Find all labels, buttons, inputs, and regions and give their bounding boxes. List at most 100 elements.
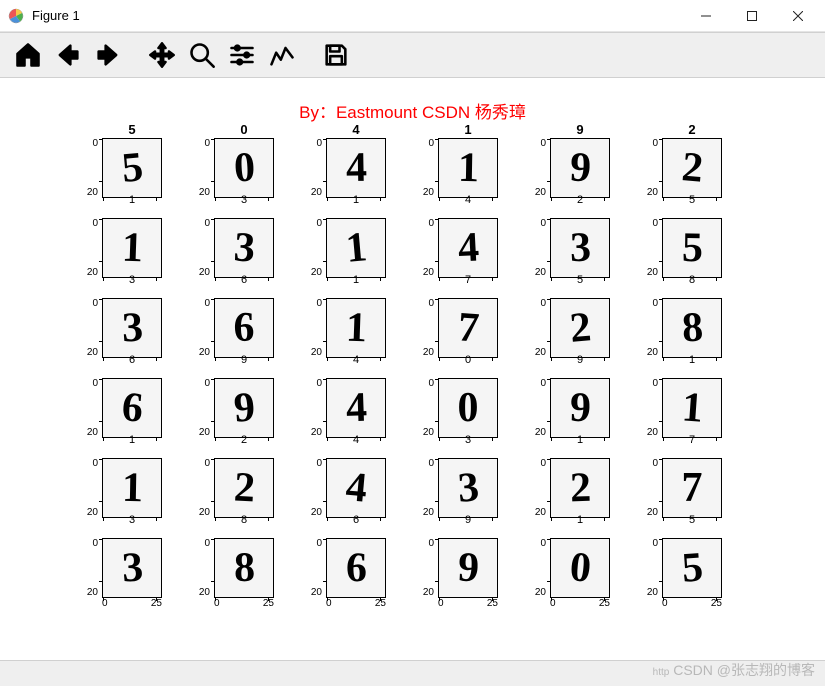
column-header: 0 (214, 122, 274, 137)
y-tick-labels: 020 (190, 458, 210, 518)
column-header: 9 (550, 122, 610, 137)
maximize-button[interactable] (729, 1, 775, 31)
digit-glyph: 3 (121, 307, 143, 350)
cell-xlabel: 1 (550, 514, 610, 526)
back-button[interactable] (50, 37, 86, 73)
y-tick-labels: 020 (78, 298, 98, 358)
digit-image: 7 (438, 298, 498, 358)
digit-glyph: 3 (232, 226, 256, 269)
cell-xlabel: 5 (662, 194, 722, 206)
subplot-cell: 02035 (528, 212, 640, 292)
cell-xlabel: 4 (438, 194, 498, 206)
configure-button[interactable] (224, 37, 260, 73)
digit-image: 3 (550, 218, 610, 278)
x-tick-labels: 025 (102, 598, 162, 609)
subplot-cell: 02081 (640, 292, 752, 372)
digit-glyph: 7 (456, 306, 480, 349)
digit-glyph: 8 (233, 547, 255, 589)
y-tick-labels: 020 (414, 218, 434, 278)
subplot-cell: 02036 (192, 212, 304, 292)
digit-image: 1 (662, 378, 722, 438)
subplot-cell: 0200025 (528, 532, 640, 612)
y-tick-labels: 020 (78, 378, 98, 438)
cell-xlabel: 1 (326, 194, 386, 206)
digit-image: 1 (326, 298, 386, 358)
close-button[interactable] (775, 1, 821, 31)
edit-axis-button[interactable] (264, 37, 300, 73)
subplot-cell: 020 6 1 (80, 372, 192, 452)
subplot-cell: 02039 (416, 452, 528, 532)
cell-xlabel: 3 (438, 434, 498, 446)
subplot-cell: 020551 (80, 132, 192, 212)
digit-glyph: 9 (569, 387, 591, 430)
y-tick-labels: 020 (302, 138, 322, 198)
y-tick-labels: 020 (78, 538, 98, 598)
digit-glyph: 1 (121, 467, 143, 509)
save-button[interactable] (318, 37, 354, 73)
digit-glyph: 0 (458, 387, 479, 429)
subplot-cell: 020003 (192, 132, 304, 212)
digit-image: 5 (662, 538, 722, 598)
y-tick-labels: 020 (302, 218, 322, 278)
figure-canvas[interactable]: By：Eastmount CSDN 杨秀璋 020551020003020441… (0, 78, 825, 648)
cell-xlabel: 3 (102, 514, 162, 526)
cell-xlabel: 1 (550, 434, 610, 446)
y-tick-labels: 020 (302, 458, 322, 518)
digit-image: 7 (662, 458, 722, 518)
y-tick-labels: 020 (414, 138, 434, 198)
digit-image: 6 (214, 298, 274, 358)
titlebar: Figure 1 (0, 0, 825, 32)
digit-glyph: 9 (568, 146, 591, 189)
y-tick-labels: 020 (78, 218, 98, 278)
mpl-toolbar (0, 32, 825, 78)
digit-glyph: 4 (456, 226, 479, 269)
y-tick-labels: 020 (638, 218, 658, 278)
zoom-button[interactable] (184, 37, 220, 73)
cell-xlabel: 1 (662, 354, 722, 366)
digit-glyph: 0 (232, 146, 255, 189)
subplot-grid: 0205510200030204410201140209920202250201… (80, 132, 752, 612)
y-tick-labels: 020 (190, 138, 210, 198)
subplot-cell: 02021 (528, 452, 640, 532)
forward-button[interactable] (90, 37, 126, 73)
y-tick-labels: 020 (526, 298, 546, 358)
digit-glyph: 7 (682, 467, 703, 509)
digit-image: 2 (214, 458, 274, 518)
subplot-cell: 02029 (528, 292, 640, 372)
subplot-cell: 0208025 (192, 532, 304, 612)
subplot-cell: 02028 (192, 452, 304, 532)
y-tick-labels: 020 (190, 538, 210, 598)
digit-glyph: 4 (345, 147, 367, 189)
cell-xlabel: 6 (102, 354, 162, 366)
column-header: 5 (102, 122, 162, 137)
cell-xlabel: 5 (662, 514, 722, 526)
home-button[interactable] (10, 37, 46, 73)
y-tick-labels: 020 (526, 458, 546, 518)
digit-glyph: 6 (234, 307, 255, 349)
digit-glyph: 1 (344, 226, 369, 270)
digit-glyph: 2 (568, 306, 593, 350)
cell-xlabel: 9 (438, 514, 498, 526)
digit-glyph: 1 (345, 307, 367, 350)
subplot-cell: 02070 (416, 292, 528, 372)
digit-image: 4 (326, 138, 386, 198)
digit-glyph: 6 (120, 386, 145, 430)
digit-glyph: 4 (344, 466, 369, 510)
digit-image: 6 (326, 538, 386, 598)
pan-button[interactable] (144, 37, 180, 73)
digit-glyph: 1 (121, 227, 143, 270)
cell-xlabel: 2 (214, 434, 274, 446)
x-tick-labels: 025 (662, 598, 722, 609)
subplot-cell: 0205025 (640, 532, 752, 612)
subplot-cell: 02092 (192, 372, 304, 452)
y-tick-labels: 020 (638, 138, 658, 198)
digit-image: 8 (214, 538, 274, 598)
subplot-cell: 020 3 6 (80, 292, 192, 372)
minimize-button[interactable] (683, 1, 729, 31)
subplot-cell: 02013 (80, 212, 192, 292)
figure-suptitle: By：Eastmount CSDN 杨秀璋 (0, 98, 825, 123)
y-tick-labels: 020 (638, 378, 658, 438)
digit-glyph: 3 (120, 546, 143, 589)
digit-image: 9 (550, 138, 610, 198)
cell-xlabel: 1 (102, 434, 162, 446)
